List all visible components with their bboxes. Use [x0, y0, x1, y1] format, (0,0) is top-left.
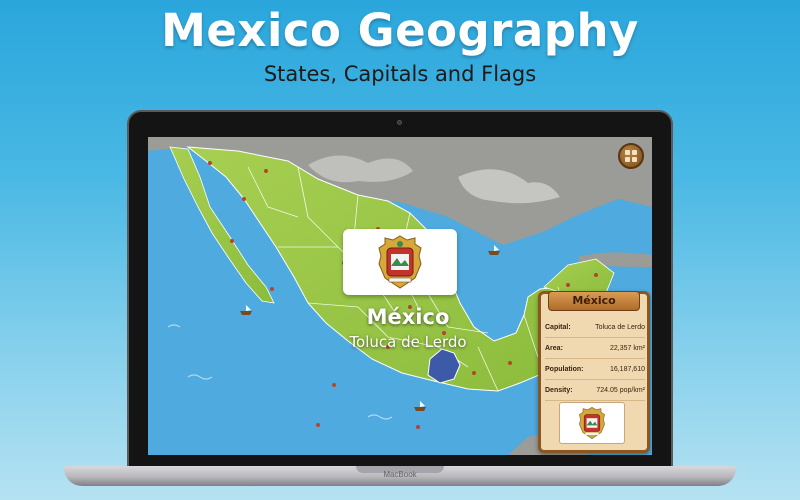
info-panel-title: México	[548, 291, 640, 311]
state-emblem-card	[343, 229, 457, 295]
state-info-panel: México Capital: Toluca de Lerdo Area: 22…	[538, 291, 650, 453]
selected-state-capital: Toluca de Lerdo	[349, 333, 467, 351]
info-row-area: Area: 22,357 km²	[545, 339, 645, 359]
info-value: 22,357 km²	[609, 345, 645, 352]
device-brand: MacBook	[383, 470, 417, 479]
info-value: 16,187,610	[609, 366, 645, 373]
info-value: 724.05 pop/km²	[596, 387, 645, 394]
info-row-population: Population: 16,187,610	[545, 360, 645, 380]
info-row-density: Density: 724.05 pop/km²	[545, 381, 645, 401]
grid-menu-icon	[625, 150, 637, 162]
menu-button[interactable]	[618, 143, 644, 169]
camera-dot	[397, 120, 402, 125]
coat-of-arms-icon	[378, 235, 422, 289]
app-title: Mexico Geography	[161, 4, 639, 57]
info-value: Toluca de Lerdo	[595, 324, 645, 331]
info-row-capital: Capital: Toluca de Lerdo	[545, 318, 645, 338]
app-subtitle: States, Capitals and Flags	[263, 62, 537, 86]
info-label: Area:	[545, 345, 563, 352]
coat-of-arms-icon	[579, 407, 605, 439]
info-label: Density:	[545, 387, 573, 394]
info-label: Population:	[545, 366, 584, 373]
app-screen: México Toluca de Lerdo México Capital: T…	[148, 137, 652, 455]
state-flag	[559, 402, 625, 444]
selected-state-name: México	[366, 305, 450, 329]
info-label: Capital:	[545, 324, 571, 331]
